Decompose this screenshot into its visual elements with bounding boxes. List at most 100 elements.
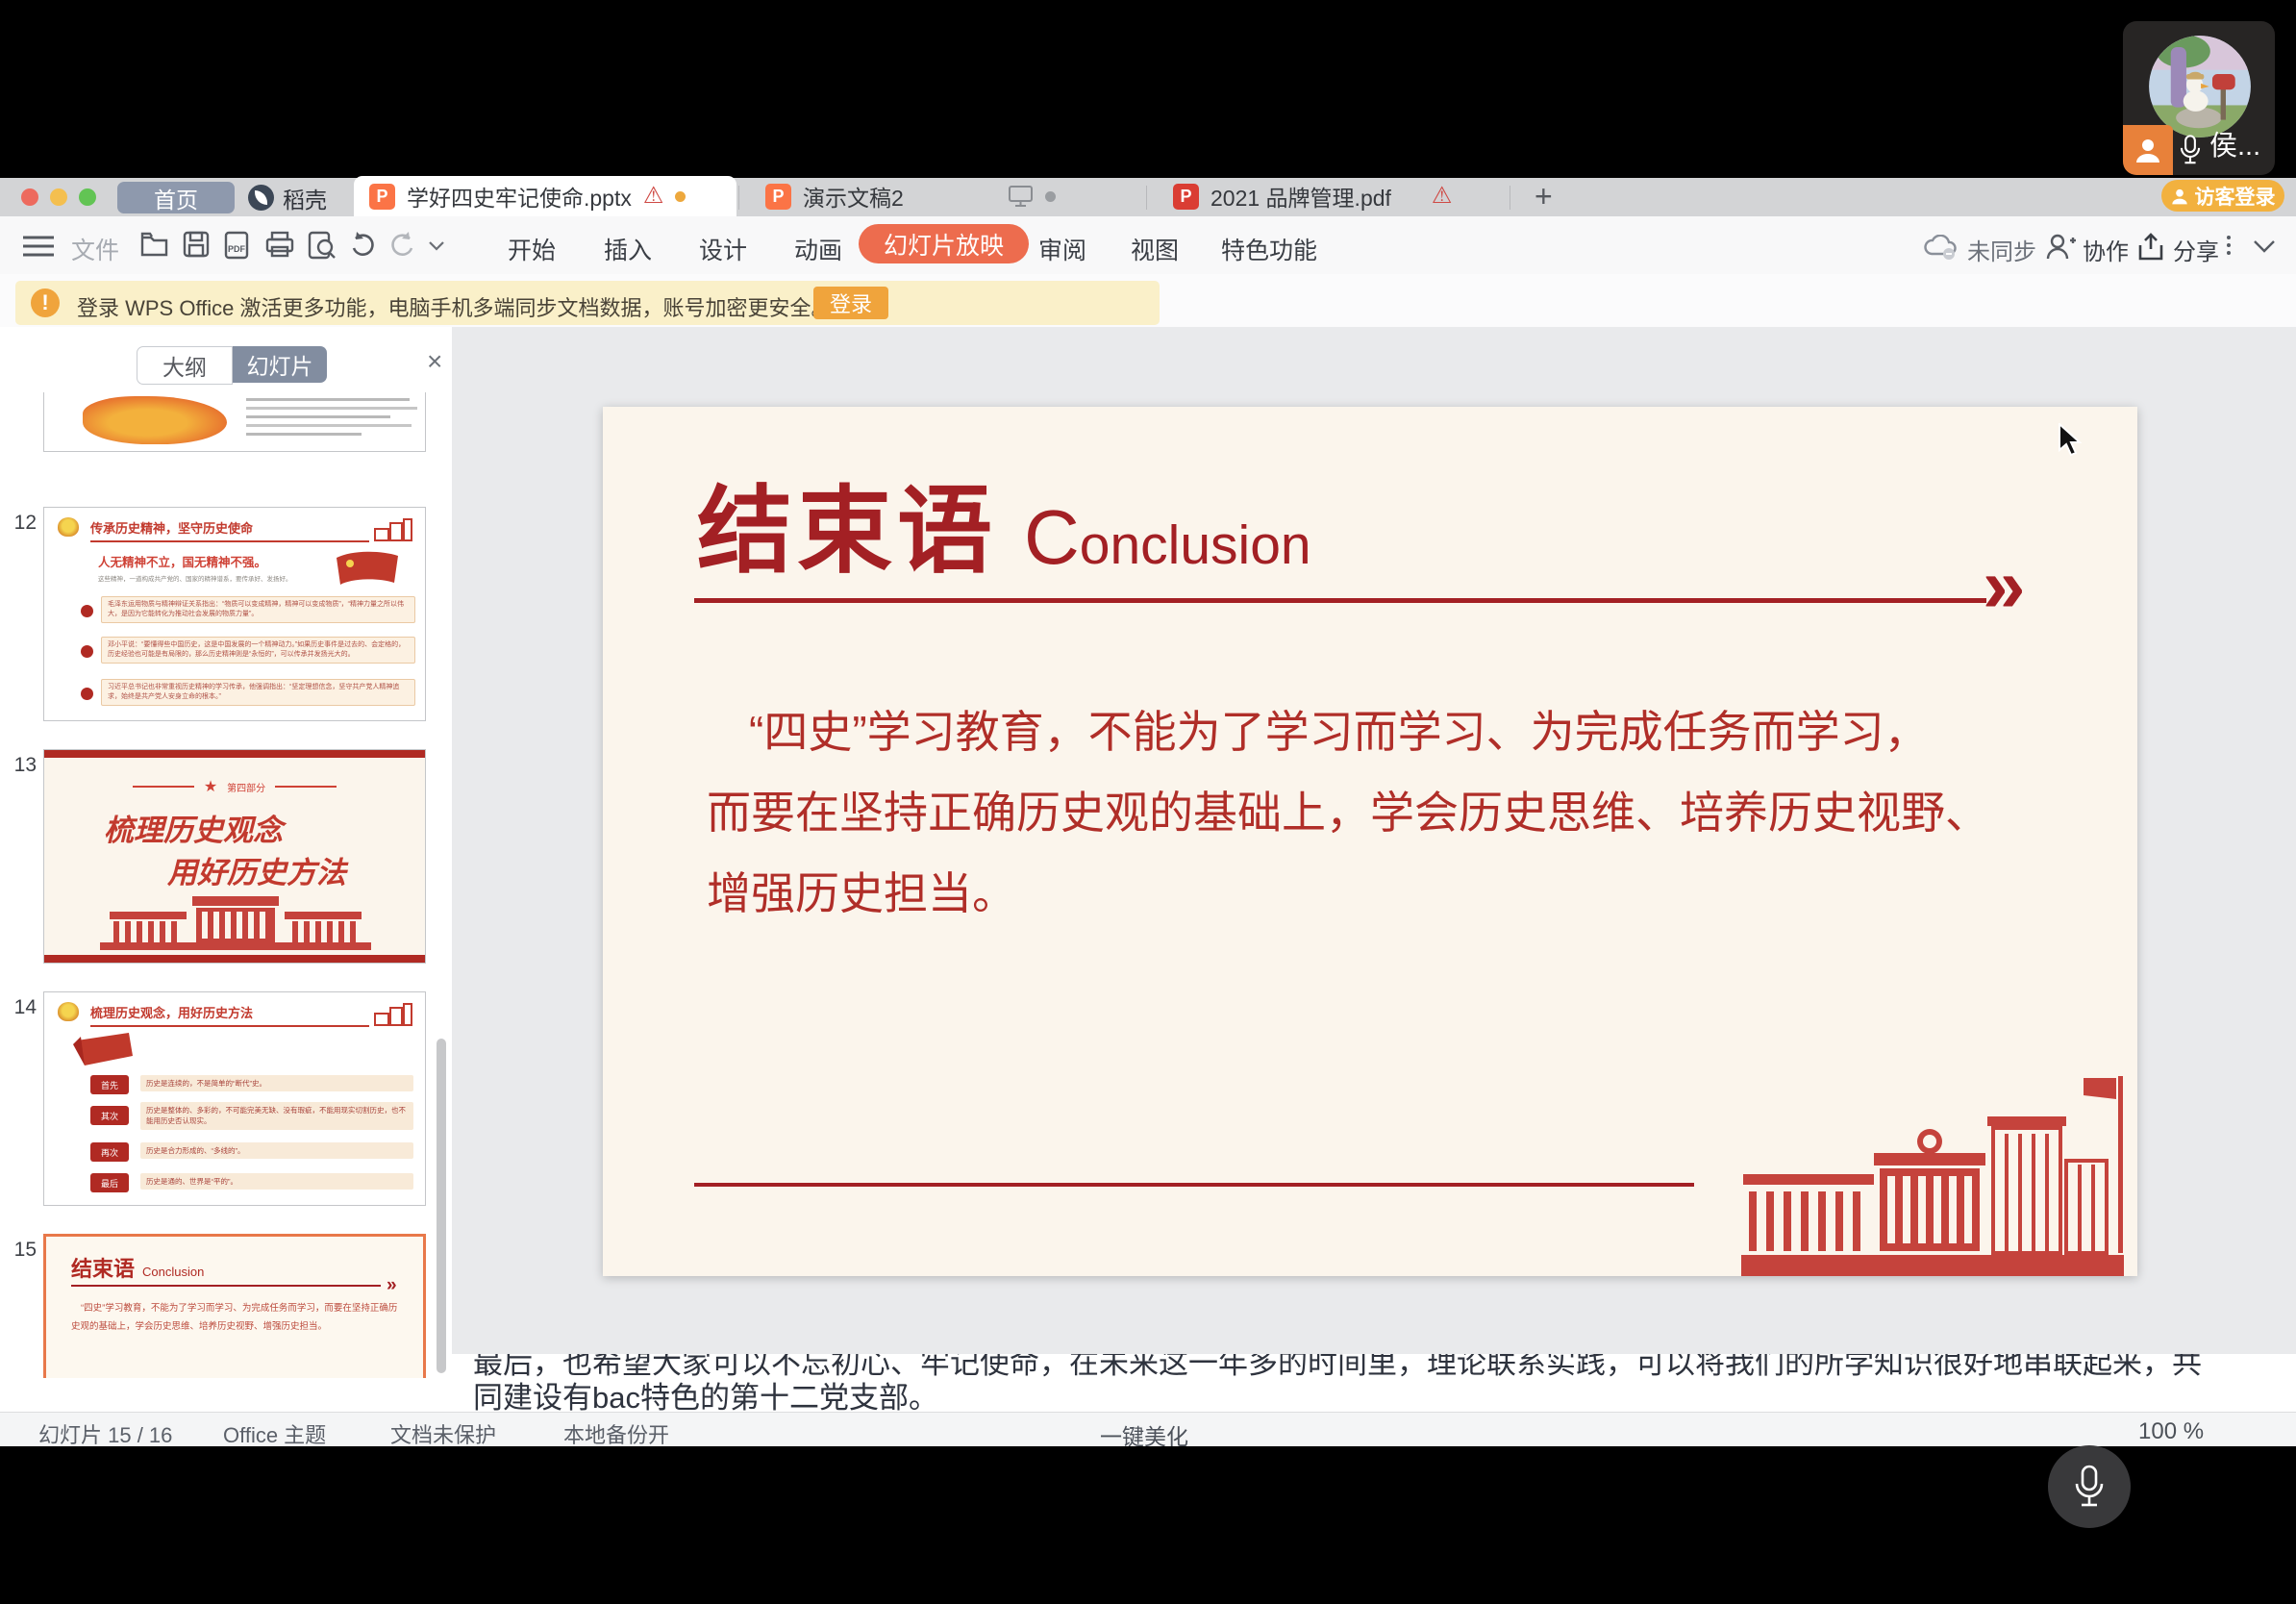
bullet-dot-icon: [81, 688, 93, 700]
participant-video-tile[interactable]: 侯...: [2123, 21, 2275, 175]
slide-number: 13: [2, 754, 37, 777]
menu-animation[interactable]: 动画: [794, 232, 842, 266]
menu-file[interactable]: 文件: [71, 232, 119, 266]
maximize-window-button[interactable]: [79, 188, 96, 206]
sync-status-label[interactable]: 未同步: [1967, 233, 2036, 266]
collapse-ribbon-chevron-icon[interactable]: [2254, 240, 2275, 253]
login-button[interactable]: 登录: [813, 287, 888, 319]
login-banner-text: 登录 WPS Office 激活更多功能，电脑手机多端同步文档数据，账号加密更安…: [77, 291, 833, 322]
pdf-file-icon: P: [1173, 184, 1199, 210]
row-text: 历史是连续的，不是简单的“断代”史。: [140, 1075, 413, 1091]
tab-docer-label: 稻壳: [283, 182, 327, 214]
chevron-double-icon: »: [1983, 547, 2026, 624]
slide-body-text[interactable]: “四史”学习教育，不能为了学习而学习、为完成任务而学习， 而要在坚持正确历史观的…: [707, 691, 2087, 934]
collaborate-icon[interactable]: [2046, 234, 2077, 261]
menu-view[interactable]: 视图: [1131, 232, 1179, 266]
menu-start[interactable]: 开始: [508, 232, 556, 266]
slide-number: 12: [2, 512, 37, 535]
new-tab-button[interactable]: +: [1519, 176, 1588, 216]
unsaved-dot-icon: [675, 191, 686, 202]
alert-icon: !: [31, 288, 60, 317]
menu-slideshow-active[interactable]: 幻灯片放映: [859, 224, 1029, 263]
collaborate-label[interactable]: 协作: [2083, 233, 2129, 266]
title-underline: [71, 1285, 381, 1287]
print-icon[interactable]: [265, 231, 294, 258]
thumbnail-subheading: 这些精神，一道构成共产党的、国家的精神谱系，要传承好、发扬好。: [98, 573, 338, 583]
menu-bar: 文件 PDF: [0, 216, 2296, 275]
microphone-button[interactable]: [2048, 1445, 2131, 1528]
thumbnail-bullet: 邓小平说：“要懂得些中国历史，这是中国发展的一个精神动力。”如果历史事件是过去的…: [81, 637, 415, 664]
hamburger-menu-icon[interactable]: [23, 236, 54, 257]
slide-thumbnail-12[interactable]: 传承历史精神，坚守历史使命 人无精神不立，国无精神不强。 这些精神，一道构成共产…: [43, 507, 426, 721]
row-text: 历史是整体的、多彩的，不可能完美无缺、没有瑕疵，不能用现实切割历史，也不能用历史…: [140, 1102, 413, 1130]
bottom-bar: [44, 955, 425, 963]
party-emblem-icon: [58, 1002, 79, 1021]
slide-position-label: 幻灯片 15 / 16: [38, 1418, 172, 1449]
participant-name: 侯...: [2209, 123, 2260, 163]
menu-insert[interactable]: 插入: [604, 232, 652, 266]
app-window: 首页 稻壳 P 学好四史牢记使命.pptx ⚠ P 演示文稿2 P 2021 品…: [0, 0, 2296, 1604]
protection-label[interactable]: 文档未保护: [390, 1418, 496, 1449]
panel-mode-switch: 大纲 幻灯片: [137, 346, 327, 385]
redo-icon[interactable]: [388, 231, 415, 258]
login-banner: ! 登录 WPS Office 激活更多功能，电脑手机多端同步文档数据，账号加密…: [15, 281, 1160, 325]
mouse-cursor: [2058, 423, 2086, 458]
close-window-button[interactable]: [21, 188, 38, 206]
print-preview-icon[interactable]: [308, 231, 337, 260]
guest-login-button[interactable]: 访客登录: [2161, 180, 2284, 212]
panel-scrollbar[interactable]: [437, 1039, 446, 1373]
top-bar: [44, 750, 425, 758]
bullet-dot-icon: [81, 645, 93, 658]
tab-outline[interactable]: 大纲: [137, 346, 233, 385]
thumbnail-title: 传承历史精神，坚守历史使命: [90, 518, 253, 537]
theme-label[interactable]: Office 主题: [223, 1418, 326, 1449]
open-file-icon[interactable]: [140, 231, 169, 258]
menu-design[interactable]: 设计: [699, 232, 747, 266]
undo-icon[interactable]: [350, 231, 377, 258]
more-options-icon[interactable]: [2227, 236, 2231, 255]
bottom-rule: [694, 1183, 1694, 1187]
part-label-row: ★ 第四部分: [44, 777, 425, 796]
tab-document-active[interactable]: P 学好四史牢记使命.pptx ⚠: [354, 176, 736, 216]
menu-review[interactable]: 审阅: [1038, 232, 1086, 266]
zoom-level-label: 100 %: [2138, 1418, 2204, 1445]
warning-icon: ⚠: [1432, 185, 1453, 208]
mic-status-icon: [2179, 135, 2202, 165]
text-line: 同建设有bac特色的第十二党支部。: [473, 1373, 938, 1412]
tab-divider: [1146, 186, 1147, 210]
cloud-sync-icon[interactable]: [1923, 235, 1959, 261]
docer-leaf-icon: [248, 185, 274, 211]
warning-icon: ⚠: [643, 185, 664, 208]
slide-editor[interactable]: 结束语 Conclusion » “四史”学习教育，不能为了学习而学习、为完成任…: [603, 407, 2137, 1276]
red-flag-icon: [71, 1031, 135, 1067]
slide-thumbnail-14[interactable]: 梳理历史观念，用好历史方法 首先 历史是连续的，不是简单的“断代”史。 其次 历…: [43, 991, 426, 1206]
slide-thumbnail-11-partial[interactable]: [43, 392, 426, 452]
flame-image: [83, 396, 227, 444]
menu-special-features[interactable]: 特色功能: [1221, 232, 1317, 266]
export-pdf-icon[interactable]: PDF: [223, 231, 252, 260]
thumbnail-header: 传承历史精神，坚守历史使命: [58, 517, 413, 544]
row-tag: 其次: [90, 1106, 129, 1125]
tab-docer[interactable]: 稻壳: [248, 182, 327, 213]
slide-thumbnail-13[interactable]: ★ 第四部分 梳理历史观念 用好历史方法: [43, 749, 426, 964]
thumbnail-body: “四史”学习教育，不能为了学习而学习、为完成任务而学习，而要在坚持正确历史观的基…: [71, 1300, 402, 1336]
ppt-file-icon: P: [369, 184, 395, 210]
minimize-window-button[interactable]: [50, 188, 67, 206]
toolbar-more-chevron-icon[interactable]: [429, 241, 444, 251]
share-icon[interactable]: [2136, 233, 2165, 262]
person-icon: [2171, 188, 2188, 205]
save-icon[interactable]: [183, 231, 210, 258]
share-label[interactable]: 分享: [2173, 233, 2219, 266]
tab-slides[interactable]: 幻灯片: [233, 346, 327, 383]
slide-title[interactable]: 结束语 Conclusion: [697, 453, 1311, 591]
tab-document-title: 演示文稿2: [803, 180, 904, 213]
backup-label[interactable]: 本地备份开: [563, 1418, 669, 1449]
thumbnail-text-lines: [246, 398, 419, 436]
close-panel-icon[interactable]: ×: [427, 348, 442, 375]
panel-bottom-cover: [0, 1378, 452, 1412]
row-tag: 最后: [90, 1173, 129, 1192]
tab-home[interactable]: 首页: [117, 182, 235, 213]
tab-document-3[interactable]: P 2021 品牌管理.pdf ⚠: [1158, 176, 1506, 216]
calligraphy-line2: 用好历史方法: [167, 848, 346, 891]
tab-document-2[interactable]: P 演示文稿2: [750, 176, 1146, 216]
